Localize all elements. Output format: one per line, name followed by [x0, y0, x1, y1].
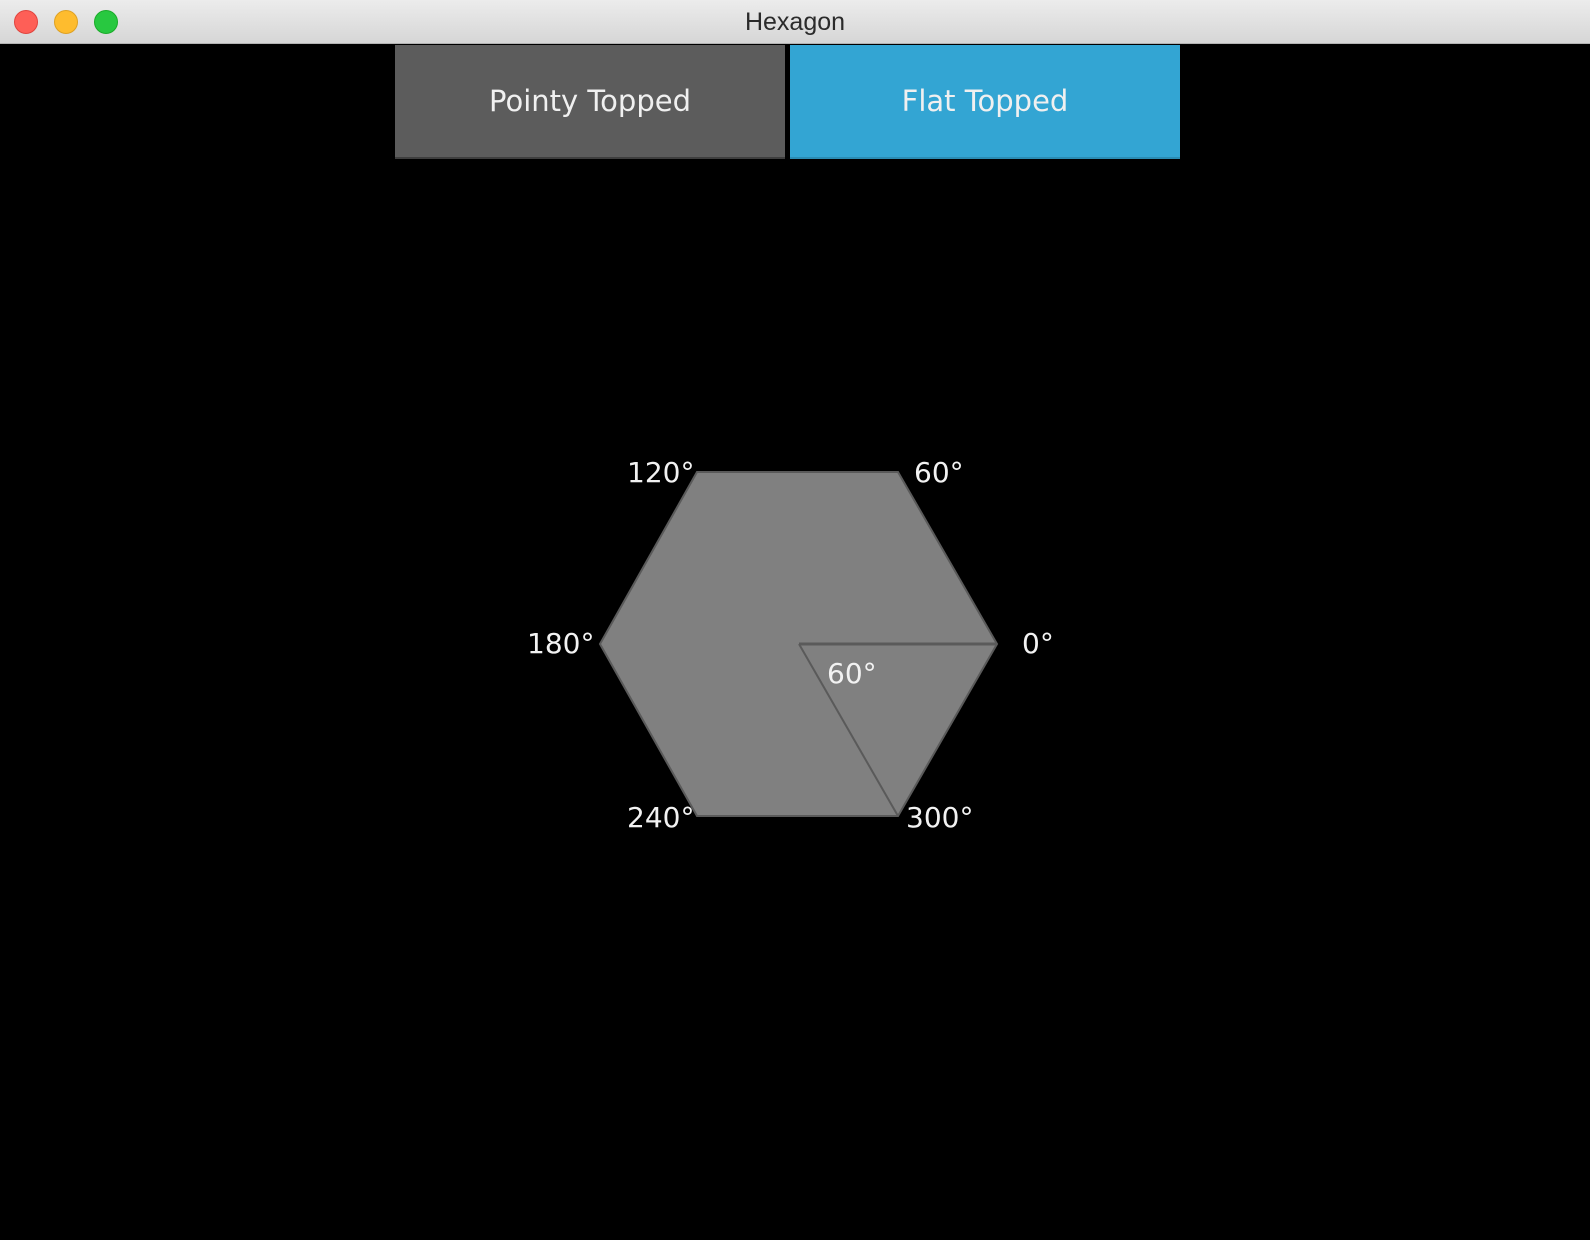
app-window: Hexagon Pointy Topped Flat Topped 120° 6…	[0, 0, 1590, 1240]
title-bar[interactable]: Hexagon	[0, 0, 1590, 44]
center-angle-label: 60°	[827, 657, 877, 690]
corner-label-60: 60°	[914, 456, 964, 489]
corner-label-240: 240°	[627, 801, 694, 834]
window-title: Hexagon	[744, 8, 846, 36]
corner-label-300: 300°	[906, 801, 973, 834]
corner-label-180: 180°	[527, 627, 594, 660]
corner-label-0: 0°	[1022, 627, 1054, 660]
hexagon-canvas: 120° 60° 180° 0° 60° 240° 300°	[527, 456, 1054, 834]
corner-label-120: 120°	[627, 456, 694, 489]
